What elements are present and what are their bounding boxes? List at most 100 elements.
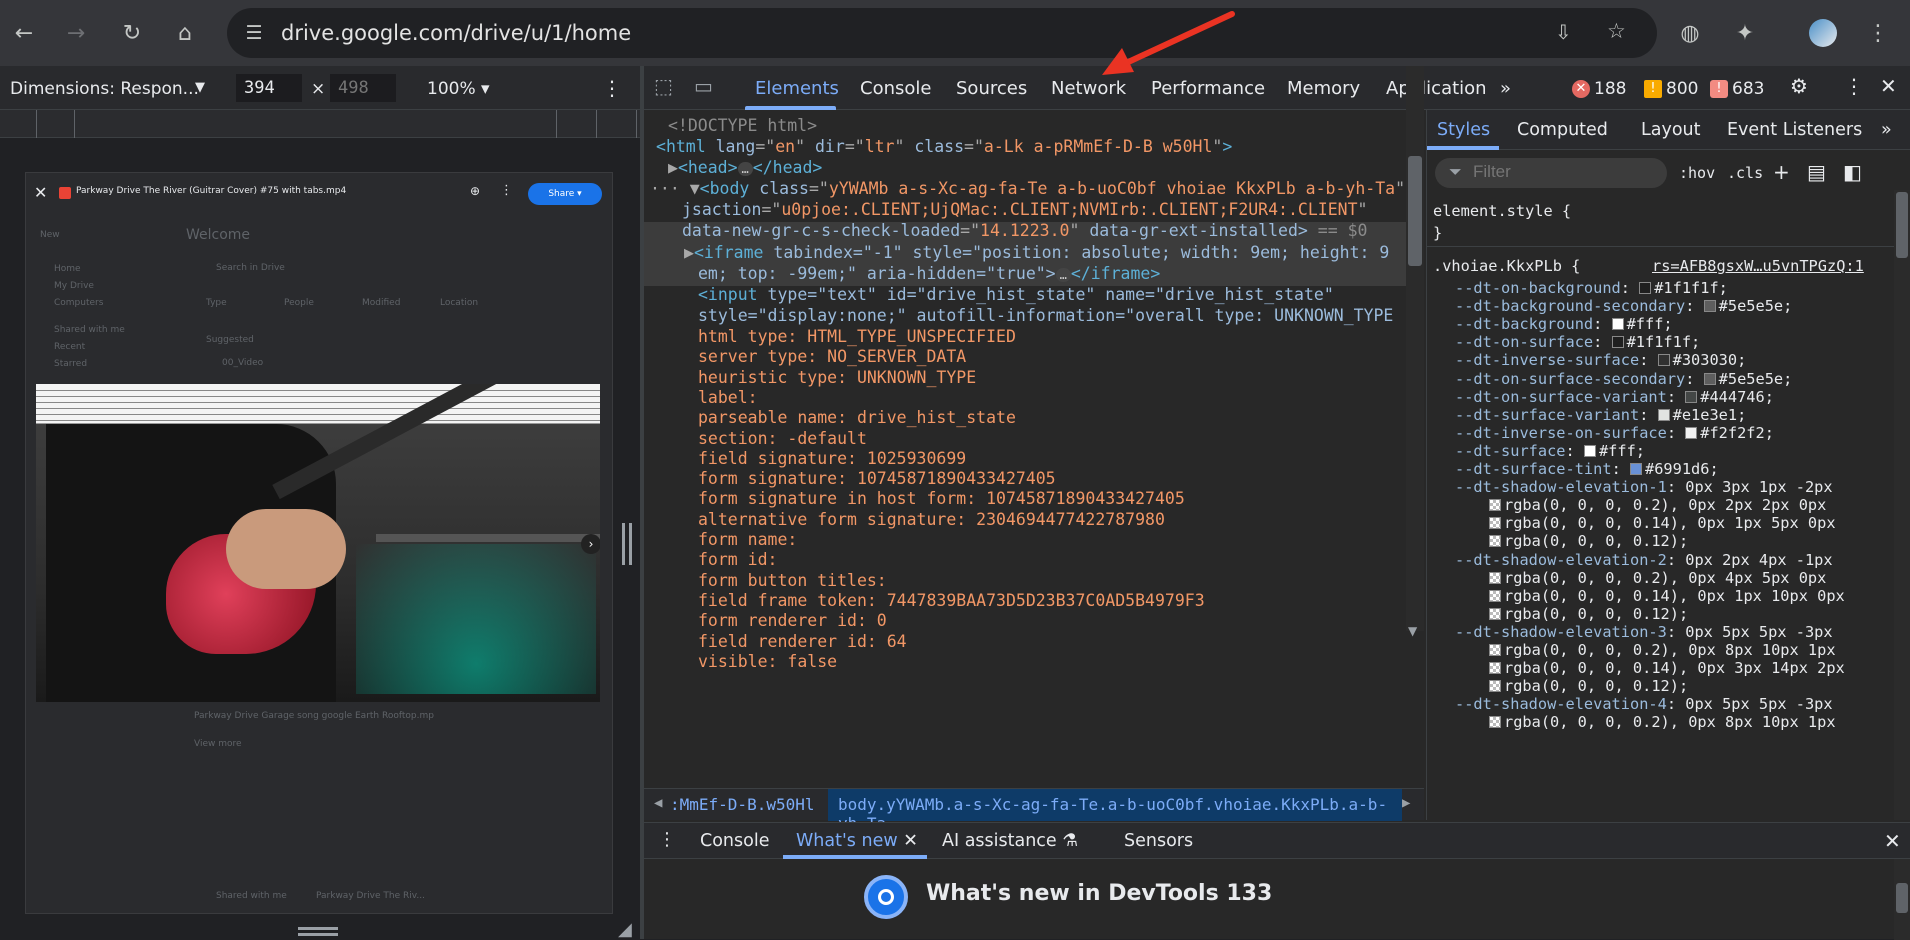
bookmark-star-icon[interactable]: ☆ (1607, 19, 1626, 43)
css-property-name[interactable]: --dt-on-background (1455, 279, 1621, 297)
settings-gear-icon[interactable]: ⚙ (1790, 74, 1808, 98)
css-value-line[interactable]: rgba(0, 0, 0, 0.12); (1489, 677, 1688, 695)
css-property-name[interactable]: --dt-surface-tint (1455, 460, 1612, 478)
css-property-value[interactable]: : 0px 5px 5px -3px (1667, 623, 1833, 641)
shadow-swatch-icon[interactable] (1489, 517, 1501, 530)
resize-handle-right[interactable] (622, 523, 632, 565)
site-info-icon[interactable]: ☰ (241, 20, 267, 46)
css-property[interactable]: --dt-background-secondary: #5e5e5e; (1455, 297, 1792, 315)
css-property-value[interactable]: : 0px 5px 5px -3px (1667, 695, 1833, 713)
css-property-name[interactable]: --dt-surface-variant (1455, 406, 1639, 424)
color-swatch-icon[interactable] (1639, 282, 1652, 294)
color-swatch-icon[interactable] (1611, 318, 1624, 331)
css-property[interactable]: --dt-shadow-elevation-2: 0px 2px 4px -1p… (1455, 551, 1833, 569)
css-value-line[interactable]: rgba(0, 0, 0, 0.2), 0px 2px 2px 0px (1489, 496, 1826, 514)
css-property-value[interactable]: #e1e3e1 (1673, 406, 1737, 424)
more-vert-icon[interactable]: ⋮ (602, 76, 622, 100)
css-property-name[interactable]: --dt-shadow-elevation-1 (1455, 478, 1667, 496)
close-icon[interactable]: ✕ (903, 831, 918, 851)
height-input[interactable] (330, 74, 396, 102)
css-property[interactable]: --dt-on-background: #1f1f1f; (1455, 279, 1728, 297)
tab-layout[interactable]: Layout (1641, 120, 1701, 140)
css-value-line[interactable]: rgba(0, 0, 0, 0.2), 0px 4px 5px 0px (1489, 569, 1826, 587)
chevron-down-icon[interactable]: ▼ (195, 80, 205, 95)
shadow-swatch-icon[interactable] (1489, 644, 1501, 656)
body-node[interactable]: ··· ▼<body class="yYWAMb a-s-Xc-ag-fa-Te… (650, 179, 1405, 198)
css-property-name[interactable]: --dt-on-surface-secondary (1455, 370, 1685, 388)
breadcrumb-body[interactable]: body.yYWAMb.a-s-Xc-ag-fa-Te.a-b-uoC0bf.v… (828, 789, 1402, 833)
css-property[interactable]: --dt-surface-variant: #e1e3e1; (1455, 406, 1746, 424)
css-property-value[interactable]: #5e5e5e (1719, 297, 1783, 315)
doctype-node[interactable]: <!DOCTYPE html> (668, 116, 817, 135)
dimensions-select[interactable]: Dimensions: Respon... (10, 79, 199, 99)
color-swatch-icon[interactable] (1657, 408, 1670, 421)
breadcrumb-scroll-left-icon[interactable]: ◀ (654, 795, 662, 811)
dom-scroll-thumb[interactable] (1408, 156, 1422, 266)
css-property-name[interactable]: --dt-shadow-elevation-4 (1455, 695, 1667, 713)
css-value-line[interactable]: rgba(0, 0, 0, 0.12); (1489, 532, 1688, 550)
color-swatch-icon[interactable] (1657, 354, 1670, 367)
css-value-line[interactable]: rgba(0, 0, 0, 0.2), 0px 8px 10px 1px (1489, 641, 1836, 659)
emulated-page[interactable]: ✕ Parkway Drive The River (Guitrar Cover… (25, 172, 613, 914)
css-value-line[interactable]: rgba(0, 0, 0, 0.14), 0px 3px 14px 2px (1489, 659, 1845, 677)
dom-tree[interactable]: <!DOCTYPE html> <html lang="en" dir="ltr… (644, 110, 1424, 675)
ellipsis-badge[interactable]: … (737, 162, 753, 176)
more-tabs-icon[interactable]: » (1881, 120, 1892, 140)
drawer-scroll-thumb[interactable] (1896, 883, 1908, 913)
css-value-line[interactable]: rgba(0, 0, 0, 0.14), 0px 1px 10px 0px (1489, 587, 1845, 605)
more-vert-icon[interactable]: ⋮ (1858, 13, 1898, 53)
css-property-name[interactable]: --dt-shadow-elevation-2 (1455, 551, 1667, 569)
color-swatch-icon[interactable] (1703, 300, 1716, 313)
add-shortcut-icon[interactable]: ⊕ (470, 184, 480, 198)
css-property[interactable]: --dt-on-surface-secondary: #5e5e5e; (1455, 370, 1792, 388)
tab-styles[interactable]: Styles (1437, 120, 1490, 140)
css-property-value[interactable]: #5e5e5e (1719, 370, 1783, 388)
css-property-name[interactable]: --dt-inverse-on-surface (1455, 424, 1667, 442)
breadcrumb-scroll-right-icon[interactable]: ▶ (1402, 795, 1410, 811)
hov-toggle[interactable]: :hov (1679, 164, 1715, 182)
css-property-name[interactable]: --dt-background-secondary (1455, 297, 1685, 315)
drawer-tab-sensors[interactable]: Sensors (1124, 831, 1193, 851)
reload-icon[interactable]: ↻ (112, 13, 152, 53)
css-property-value[interactable]: #444746 (1700, 388, 1764, 406)
new-style-rule-icon[interactable]: + (1773, 160, 1790, 184)
profile-avatar[interactable] (1803, 13, 1843, 53)
media-query-ruler[interactable] (0, 110, 640, 138)
color-swatch-icon[interactable] (1703, 372, 1716, 385)
css-property-name[interactable]: --dt-inverse-surface (1455, 351, 1639, 369)
styles-filter[interactable]: ⏷ (1435, 158, 1667, 188)
chevron-right-icon[interactable]: › (581, 534, 600, 554)
more-vert-icon[interactable]: ⋮ (1844, 74, 1864, 98)
tab-sources[interactable]: Sources (956, 78, 1027, 99)
input-node[interactable]: <input type="text" id="drive_hist_state"… (698, 285, 1334, 304)
ellipsis-badge[interactable]: … (1055, 268, 1071, 282)
resize-handle-bottom[interactable] (298, 927, 338, 936)
css-property-value[interactable]: #f2f2f2 (1700, 424, 1764, 442)
error-count-badge[interactable]: ✕ 188 (1572, 79, 1626, 99)
scroll-down-icon[interactable]: ▼ (1408, 624, 1417, 638)
issues-count-badge[interactable]: ! 683 (1710, 79, 1764, 99)
tab-computed[interactable]: Computed (1517, 120, 1608, 140)
css-property-name[interactable]: --dt-on-surface (1455, 333, 1593, 351)
css-property-value[interactable]: #fff (1627, 315, 1664, 333)
css-property[interactable]: --dt-on-surface-variant: #444746; (1455, 388, 1774, 406)
rule-selector[interactable]: .vhoiae.KkxPLb { (1433, 257, 1580, 275)
shadow-swatch-icon[interactable] (1489, 662, 1501, 675)
css-property[interactable]: --dt-shadow-elevation-1: 0px 3px 1px -2p… (1455, 478, 1833, 496)
css-property-value[interactable]: #1f1f1f (1627, 333, 1691, 351)
tab-application[interactable]: Application (1386, 78, 1487, 99)
more-vert-icon[interactable]: ⋮ (500, 183, 513, 198)
css-value-line[interactable]: rgba(0, 0, 0, 0.14), 0px 1px 5px 0px (1489, 514, 1836, 532)
rule-source-link[interactable]: rs=AFB8gsxW…u5vnTPGzQ:1 (1652, 257, 1864, 275)
css-value-line[interactable]: rgba(0, 0, 0, 0.12); (1489, 605, 1688, 623)
css-property[interactable]: --dt-shadow-elevation-3: 0px 5px 5px -3p… (1455, 623, 1833, 641)
shadow-swatch-icon[interactable] (1489, 499, 1501, 512)
css-property-name[interactable]: --dt-background (1455, 315, 1593, 333)
color-swatch-icon[interactable] (1685, 426, 1698, 439)
paint-brush-icon[interactable]: ▤ (1807, 160, 1826, 184)
css-property-name[interactable]: --dt-shadow-elevation-3 (1455, 623, 1667, 641)
install-icon[interactable]: ⇩ (1555, 20, 1572, 44)
css-property[interactable]: --dt-surface: #fff; (1455, 442, 1645, 460)
device-toggle-icon[interactable]: ▭ (694, 74, 713, 98)
css-property-value[interactable]: #303030 (1673, 351, 1737, 369)
